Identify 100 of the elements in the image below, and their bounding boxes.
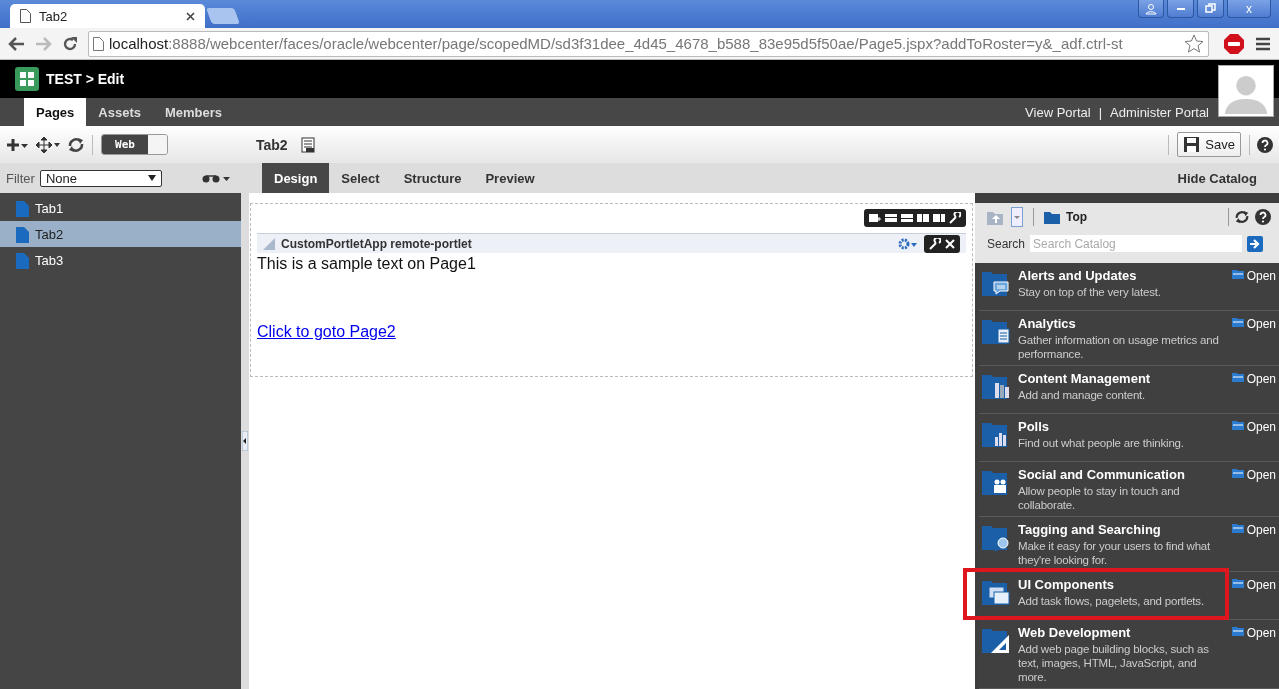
catalog-item-title[interactable]: Analytics	[1018, 316, 1226, 331]
user-icon	[1145, 2, 1157, 15]
help-icon[interactable]	[1255, 209, 1271, 225]
rows-layout-icon[interactable]	[885, 213, 897, 223]
move-icon[interactable]	[36, 136, 60, 153]
current-folder: Top	[1066, 210, 1088, 224]
catalog-item-description: Add web page building blocks, such as text, images, HTML, JavaScript, and more.	[1018, 642, 1210, 684]
open-link[interactable]: Open	[1231, 522, 1276, 567]
search-label: Search	[987, 236, 1026, 251]
mode-tab[interactable]: Design	[262, 163, 330, 193]
filter-dropdown[interactable]: None	[39, 169, 162, 187]
portlet-title: CustomPortletApp remote-portlet	[281, 236, 473, 251]
catalog-item-title[interactable]: Alerts and Updates	[1018, 268, 1226, 283]
menu-icon[interactable]	[1255, 36, 1271, 51]
collapse-icon[interactable]	[242, 431, 248, 451]
portal-link[interactable]: Administer Portal	[1110, 104, 1209, 120]
minimize-button[interactable]	[1167, 0, 1194, 18]
catalog-item-description: Add and manage content.	[1018, 388, 1147, 402]
address-field[interactable]: localhost:8888/webcenter/faces/oracle/webcenter/page/scopedMD/sd3f31dee_4d45_4678_b588_83e95d5f50ae/Page5.jspx?addToRoster=y&_adf.ctrl-st	[88, 30, 1209, 57]
save-button[interactable]: Save	[1177, 132, 1241, 157]
mode-tab[interactable]: Structure	[391, 163, 474, 193]
restore-icon	[1205, 3, 1216, 14]
folder-icon	[1231, 269, 1244, 279]
refresh-icon[interactable]	[68, 136, 84, 153]
dropdown-icon[interactable]	[1011, 207, 1023, 227]
page-tree-item[interactable]: Tab2	[0, 221, 241, 247]
catalog-item-description: Allow people to stay in touch and collaborate.	[1018, 484, 1181, 512]
page-tree-item[interactable]: Tab3	[0, 247, 241, 273]
mode-tab[interactable]: Preview	[473, 163, 547, 193]
back-icon[interactable]	[8, 36, 25, 51]
catalog-item-title[interactable]: Polls	[1018, 419, 1226, 434]
catalog-item-title[interactable]: Tagging and Searching	[1018, 522, 1226, 537]
open-link[interactable]: Open	[1231, 268, 1276, 306]
page-settings-icon[interactable]	[299, 136, 316, 153]
open-link[interactable]: Open	[1231, 467, 1276, 512]
page-icon	[20, 9, 31, 23]
open-link[interactable]: Open	[1231, 625, 1276, 684]
catalog-item-description: Gather information on usage metrics and performance.	[1018, 333, 1220, 361]
catalog-item-title[interactable]: Social and Communication	[1018, 467, 1226, 482]
folder-icon	[1231, 317, 1244, 327]
nav-tab[interactable]: Pages	[24, 98, 87, 126]
new-tab-button[interactable]	[206, 8, 240, 24]
glasses-icon[interactable]	[201, 173, 230, 183]
gear-icon[interactable]	[898, 237, 918, 250]
catalog-item-description: Add task flows, pagelets, and portlets.	[1018, 594, 1205, 608]
catalog-item-title[interactable]: Web Development	[1018, 625, 1226, 640]
wrench-icon[interactable]	[929, 237, 941, 250]
search-go-icon[interactable]	[1247, 235, 1264, 252]
mode-tab[interactable]: Select	[329, 163, 392, 193]
add-box-icon[interactable]	[869, 213, 881, 223]
help-icon[interactable]	[1257, 136, 1273, 153]
columns-layout-icon[interactable]	[933, 213, 945, 223]
page-icon	[16, 251, 29, 269]
open-link[interactable]: Open	[1231, 371, 1276, 409]
portlet-text: This is a sample text on Page1	[257, 255, 477, 273]
add-icon[interactable]	[6, 137, 28, 152]
folder-icon	[1231, 523, 1244, 533]
catalog-item-description: Make it easy for your users to find what they're looking for.	[1018, 539, 1212, 567]
open-link[interactable]: Open	[1231, 316, 1276, 361]
nav-tab[interactable]: Assets	[86, 98, 153, 126]
page-link[interactable]: Click to goto Page2	[257, 323, 396, 341]
folder-icon	[1231, 626, 1244, 636]
minimize-icon	[1175, 6, 1186, 11]
caret-icon	[147, 175, 156, 181]
nav-tab[interactable]: Members	[152, 98, 235, 126]
catalog-item-title[interactable]: Content Management	[1018, 371, 1226, 386]
page-title: Tab2	[256, 136, 288, 153]
catalog-item-description: Find out what people are thinking.	[1018, 436, 1185, 450]
profile-button[interactable]	[1138, 0, 1164, 18]
page-icon	[16, 225, 29, 243]
adblock-icon[interactable]	[1223, 32, 1245, 55]
filter-label: Filter	[6, 170, 35, 186]
rows-layout-icon[interactable]	[901, 213, 913, 223]
link-separator: |	[1098, 104, 1102, 120]
page-tree-item[interactable]: Tab1	[0, 195, 241, 221]
search-field[interactable]: Search Catalog	[1030, 235, 1243, 252]
folder-icon	[1231, 578, 1244, 588]
bookmark-star-icon[interactable]	[1184, 33, 1204, 54]
columns-layout-icon[interactable]	[917, 213, 929, 223]
catalog-item-title[interactable]: UI Components	[1018, 577, 1220, 592]
restore-button[interactable]	[1197, 0, 1224, 18]
portal-link[interactable]: View Portal	[1025, 104, 1091, 120]
catalog-item-description: Stay on top of the very latest.	[1018, 285, 1162, 299]
reload-icon[interactable]	[62, 35, 78, 52]
folder-icon	[1231, 372, 1244, 382]
folder-icon	[1231, 468, 1244, 478]
page-heading: TEST > Edit	[46, 71, 125, 87]
close-icon[interactable]	[186, 11, 195, 21]
wrench-icon[interactable]	[949, 212, 961, 224]
toggle-switch[interactable]: Web	[101, 134, 168, 155]
folder-icon	[1231, 420, 1244, 430]
app-logo-icon[interactable]	[15, 67, 39, 91]
open-link[interactable]: Open	[1231, 577, 1276, 615]
page-icon	[93, 36, 104, 51]
open-link[interactable]: Open	[1231, 419, 1276, 457]
hide-catalog-link[interactable]: Hide Catalog	[1177, 163, 1279, 193]
refresh-icon[interactable]	[1235, 210, 1249, 224]
browser-tab[interactable]: Tab2	[10, 4, 205, 28]
page-icon	[16, 199, 29, 217]
folder-icon	[1044, 210, 1060, 224]
